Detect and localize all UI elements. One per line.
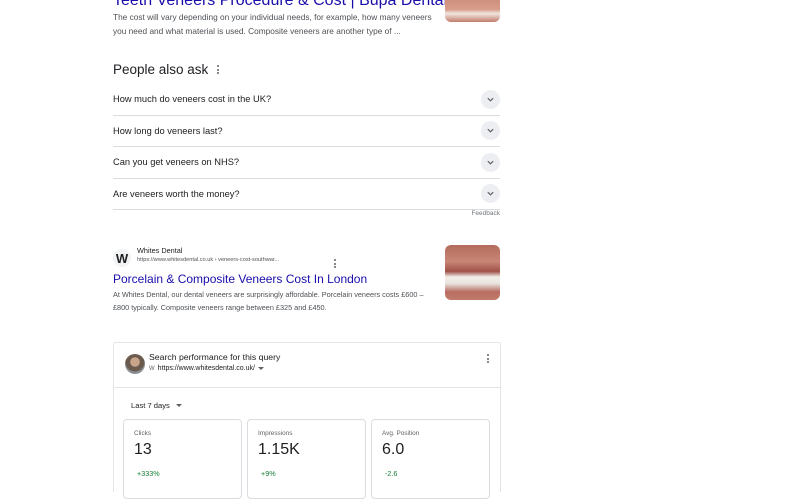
divider xyxy=(114,387,500,388)
paa-question[interactable]: Are veneers worth the money? xyxy=(113,179,500,210)
paa-question[interactable]: How long do veneers last? xyxy=(113,116,500,147)
site-favicon: W xyxy=(113,249,131,267)
caret-down-icon xyxy=(257,367,264,370)
property-url: https://www.whitesdental.co.uk/ xyxy=(157,365,255,372)
metric-value: 1.15K xyxy=(258,441,300,458)
top-result-snippet: The cost will vary depending on your ind… xyxy=(113,12,432,36)
metric-label: Avg. Position xyxy=(382,430,420,437)
date-range-selector[interactable]: Last 7 days xyxy=(131,401,182,410)
card-menu-icon[interactable] xyxy=(487,354,489,363)
more-options-icon[interactable] xyxy=(217,65,220,74)
paa-question-text: How long do veneers last? xyxy=(113,125,223,136)
people-also-ask-heading: People also ask xyxy=(113,62,220,77)
paa-question-text: How much do veneers cost in the UK? xyxy=(113,94,272,105)
metric-delta: -2.6 xyxy=(385,469,398,478)
paa-question[interactable]: Can you get veneers on NHS? xyxy=(113,147,500,179)
result-snippet: At Whites Dental, our dental veneers are… xyxy=(113,290,424,312)
paa-question-text: Can you get veneers on NHS? xyxy=(113,157,240,168)
paa-heading-text: People also ask xyxy=(113,62,209,77)
chevron-down-icon[interactable] xyxy=(481,121,500,141)
metric-label: Clicks xyxy=(134,430,152,437)
result-options-icon[interactable] xyxy=(334,259,336,268)
paa-question[interactable]: How much do veneers cost in the UK? xyxy=(113,84,500,116)
search-performance-card: Search performance for this query W http… xyxy=(113,342,501,499)
date-range-label: Last 7 days xyxy=(131,401,170,410)
chevron-down-icon[interactable] xyxy=(481,152,500,172)
site-favicon-small: W xyxy=(149,365,155,372)
top-result-title[interactable]: Teeth Veneers Procedure & Cost | Bupa De… xyxy=(113,0,486,10)
caret-down-icon xyxy=(175,404,182,407)
card-title: Search performance for this query xyxy=(149,352,281,362)
metric-value: 6.0 xyxy=(382,441,405,458)
feedback-link[interactable]: Feedback xyxy=(471,210,500,217)
people-also-ask-list: How much do veneers cost in the UK? How … xyxy=(113,84,500,210)
metric-label: Impressions xyxy=(258,430,293,437)
chevron-down-icon[interactable] xyxy=(481,184,500,204)
paa-question-text: Are veneers worth the money? xyxy=(113,188,240,199)
metric-impressions[interactable]: Impressions 1.15K +9% xyxy=(247,419,366,499)
metric-delta: +9% xyxy=(261,469,276,478)
result-title-link[interactable]: Porcelain & Composite Veneers Cost In Lo… xyxy=(113,272,367,286)
metric-avg-position[interactable]: Avg. Position 6.0 -2.6 xyxy=(371,419,490,499)
metric-delta: +333% xyxy=(137,469,160,478)
metric-clicks[interactable]: Clicks 13 +333% xyxy=(123,419,242,499)
metric-value: 13 xyxy=(134,441,152,458)
avatar xyxy=(125,354,145,374)
top-result-thumbnail[interactable] xyxy=(445,0,500,22)
site-name[interactable]: Whites Dental xyxy=(137,246,182,255)
site-url[interactable]: https://www.whitesdental.co.uk › veneers… xyxy=(137,257,279,263)
property-selector[interactable]: W https://www.whitesdental.co.uk/ xyxy=(149,365,264,372)
chevron-down-icon[interactable] xyxy=(481,89,500,109)
result-thumbnail[interactable] xyxy=(445,245,500,300)
